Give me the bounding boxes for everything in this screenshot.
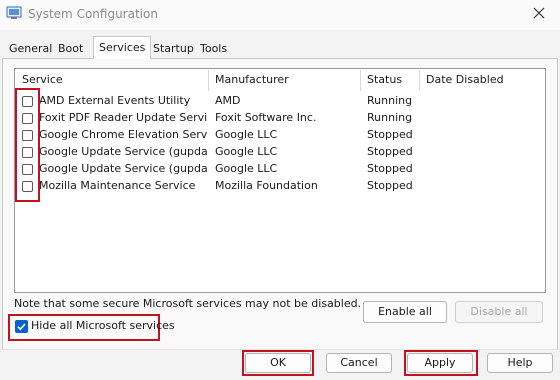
service-name: Foxit PDF Reader Update Service xyxy=(39,111,207,124)
tab-services[interactable]: Services xyxy=(93,36,152,59)
service-name: Google Update Service (gupdatem) xyxy=(39,162,207,175)
service-status: Stopped xyxy=(367,179,413,192)
service-manufacturer: Google LLC xyxy=(215,128,278,141)
service-status: Running xyxy=(367,111,413,124)
column-divider[interactable] xyxy=(208,70,209,91)
service-name: AMD External Events Utility xyxy=(39,94,191,107)
column-header-date-disabled[interactable]: Date Disabled xyxy=(426,72,504,88)
note-text: Note that some secure Microsoft services… xyxy=(14,297,362,310)
column-header-status[interactable]: Status xyxy=(367,72,402,88)
enable-all-button[interactable]: Enable all xyxy=(363,301,447,323)
service-manufacturer: AMD xyxy=(215,94,241,107)
tab-startup[interactable]: Startup xyxy=(153,40,194,58)
disable-all-button[interactable]: Disable all xyxy=(455,301,543,323)
service-manufacturer: Mozilla Foundation xyxy=(215,179,318,192)
checkbox-column-highlight xyxy=(15,88,40,202)
hide-ms-checkbox[interactable] xyxy=(15,320,28,333)
column-header-service[interactable]: Service xyxy=(22,72,63,88)
hide-ms-label[interactable]: Hide all Microsoft services xyxy=(31,319,175,332)
column-divider[interactable] xyxy=(360,70,361,91)
service-status: Stopped xyxy=(367,128,413,141)
tab-tools[interactable]: Tools xyxy=(200,40,227,58)
apply-highlight xyxy=(404,350,478,376)
column-divider[interactable] xyxy=(419,70,420,91)
service-manufacturer: Foxit Software Inc. xyxy=(215,111,317,124)
service-manufacturer: Google LLC xyxy=(215,162,278,175)
service-manufacturer: Google LLC xyxy=(215,145,278,158)
service-name: Google Update Service (gupdate) xyxy=(39,145,207,158)
tab-general[interactable]: General xyxy=(9,40,52,58)
service-name: Google Chrome Elevation Servic... xyxy=(39,128,207,141)
tab-boot[interactable]: Boot xyxy=(58,40,83,58)
checkmark-icon xyxy=(17,323,26,331)
service-name: Mozilla Maintenance Service xyxy=(39,179,196,192)
ok-highlight xyxy=(242,350,314,376)
window-title: System Configuration xyxy=(28,7,158,21)
system-config-icon xyxy=(6,6,22,19)
help-button[interactable]: Help xyxy=(487,353,553,373)
close-icon[interactable] xyxy=(532,6,546,20)
service-status: Stopped xyxy=(367,162,413,175)
column-header-manufacturer[interactable]: Manufacturer xyxy=(215,72,289,88)
cancel-button[interactable]: Cancel xyxy=(326,353,392,373)
service-status: Running xyxy=(367,94,413,107)
service-status: Stopped xyxy=(367,145,413,158)
